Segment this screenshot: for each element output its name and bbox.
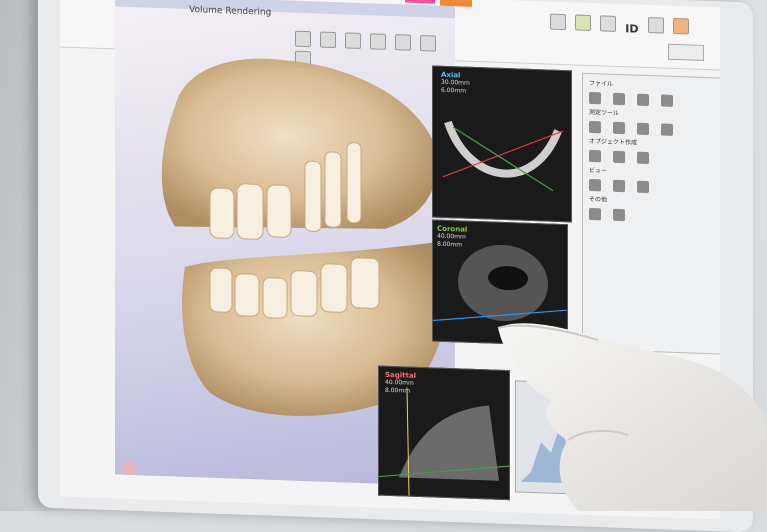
gloved-hand bbox=[497, 323, 767, 511]
home-icon[interactable] bbox=[672, 17, 689, 35]
object-tools bbox=[589, 147, 720, 166]
other-tools bbox=[589, 205, 720, 224]
print-icon[interactable] bbox=[661, 94, 674, 107]
axial-view[interactable]: Axial 30.00mm 6.00mm bbox=[432, 65, 572, 223]
tooth-icon[interactable] bbox=[637, 151, 650, 165]
file-tools bbox=[589, 89, 720, 108]
settings-icon[interactable] bbox=[589, 207, 601, 221]
info-icon[interactable] bbox=[613, 208, 626, 222]
layout-icon[interactable] bbox=[575, 14, 592, 32]
toolbar-icons: ID bbox=[550, 13, 693, 39]
pink-button[interactable] bbox=[405, 0, 435, 4]
settings-button[interactable] bbox=[668, 43, 704, 61]
nerve-icon[interactable] bbox=[613, 150, 626, 164]
id-label[interactable]: ID bbox=[625, 22, 638, 35]
layout-2-icon[interactable] bbox=[613, 179, 626, 193]
open-icon[interactable] bbox=[589, 91, 601, 105]
patient-icon[interactable] bbox=[647, 16, 664, 34]
axial-image bbox=[442, 120, 564, 192]
window-icon[interactable] bbox=[600, 15, 617, 32]
layout-3-icon[interactable] bbox=[637, 180, 650, 194]
view-tools bbox=[589, 176, 720, 195]
save-icon[interactable] bbox=[613, 92, 626, 106]
measure-tools bbox=[589, 118, 720, 137]
circle-icon[interactable] bbox=[637, 122, 650, 136]
implant-icon[interactable] bbox=[589, 149, 601, 163]
screen-icon[interactable] bbox=[550, 13, 566, 31]
export-icon[interactable] bbox=[637, 93, 650, 107]
layout-1-icon[interactable] bbox=[589, 178, 601, 192]
angle-icon[interactable] bbox=[613, 121, 626, 135]
polygon-icon[interactable] bbox=[661, 123, 674, 136]
ruler-icon[interactable] bbox=[589, 120, 601, 134]
